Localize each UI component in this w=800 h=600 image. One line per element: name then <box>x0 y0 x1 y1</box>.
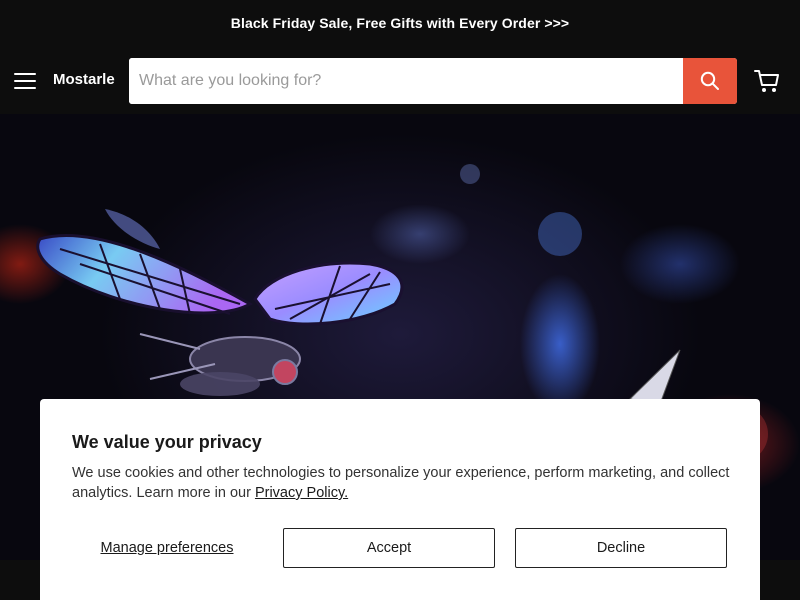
search-input[interactable] <box>129 58 683 104</box>
announcement-text[interactable]: Black Friday Sale, Free Gifts with Every… <box>231 15 569 31</box>
site-logo[interactable]: Mostarle <box>53 71 115 88</box>
search-icon <box>700 71 719 90</box>
cookie-title: We value your privacy <box>72 432 262 452</box>
search-bar <box>129 58 737 104</box>
search-button[interactable] <box>683 58 737 104</box>
hamburger-menu-icon[interactable] <box>14 70 38 90</box>
announcement-bar[interactable]: Black Friday Sale, Free Gifts with Every… <box>0 0 800 46</box>
cart-icon <box>754 70 779 92</box>
cart-button[interactable] <box>754 68 780 94</box>
cookie-body-text: We use cookies and other technologies to… <box>72 465 730 501</box>
site-header: Mostarle <box>0 46 800 114</box>
cookie-consent-banner: We value your privacy We use cookies and… <box>40 399 760 600</box>
accept-button[interactable]: Accept <box>283 528 495 568</box>
cookie-description: We use cookies and other technologies to… <box>72 463 732 503</box>
privacy-policy-link[interactable]: Privacy Policy. <box>255 485 348 501</box>
manage-preferences-link[interactable]: Manage preferences <box>72 528 262 568</box>
decline-button[interactable]: Decline <box>515 528 727 568</box>
